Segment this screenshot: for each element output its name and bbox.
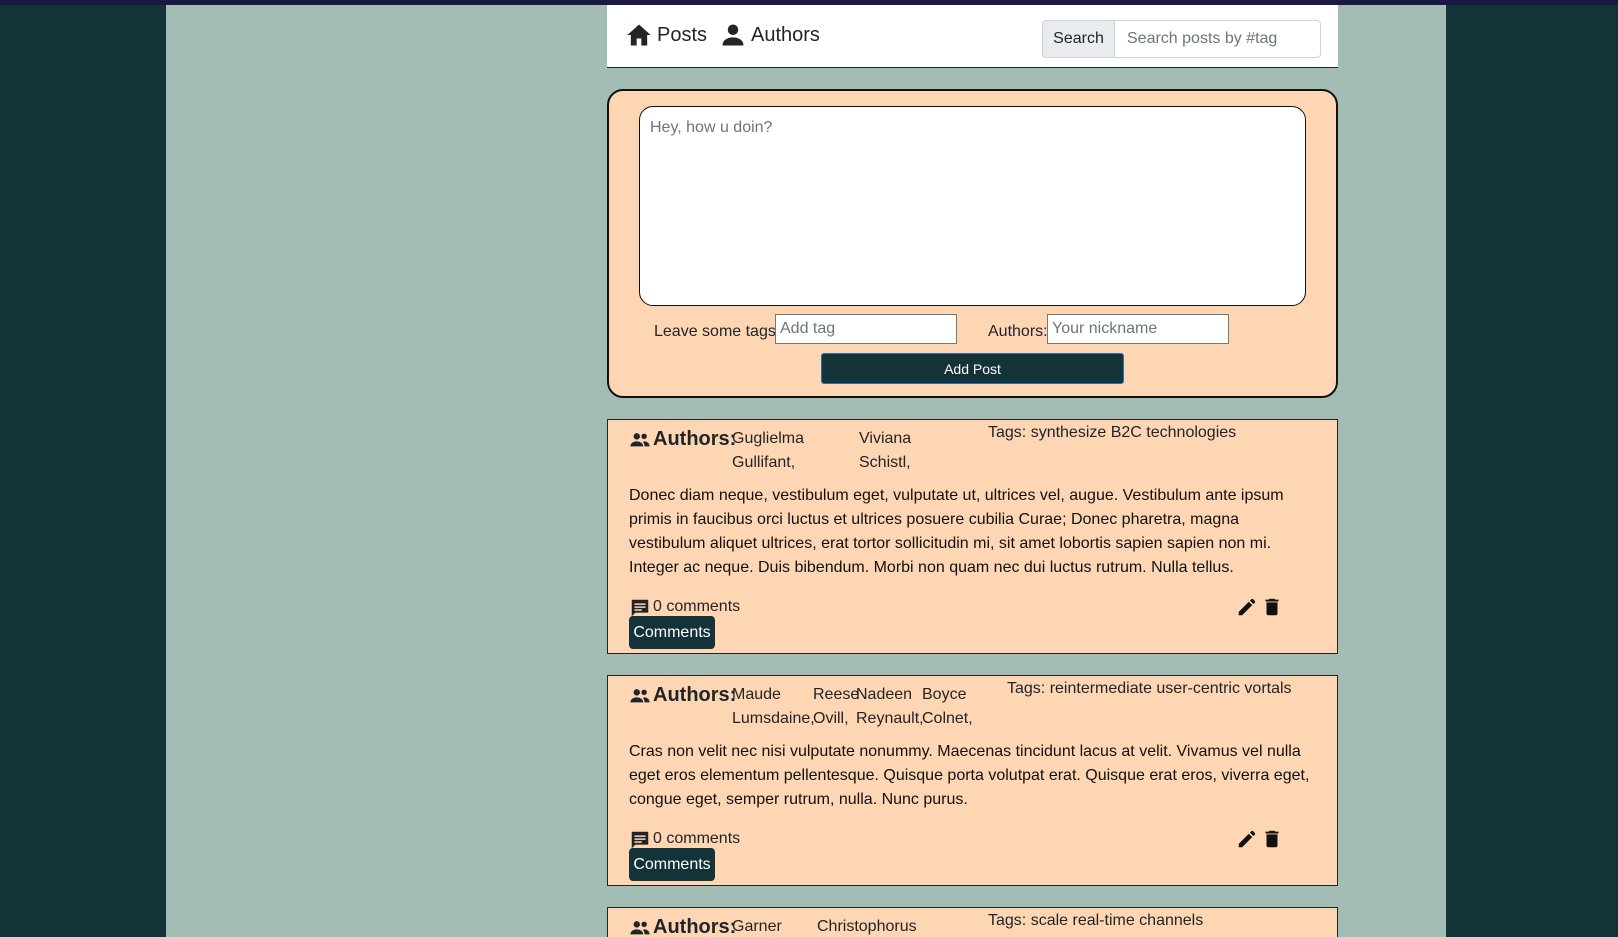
nav-authors-link[interactable]: Authors <box>719 21 820 49</box>
person-icon <box>722 24 744 46</box>
nav-posts-label: Posts <box>657 23 708 46</box>
post-tags: Tags: scale real-time channels <box>988 912 1204 929</box>
authors-label: Authors: <box>988 323 1048 340</box>
authors-title: Authors: <box>653 916 737 937</box>
author-first-name: Reese <box>813 686 860 703</box>
author-first-name: Viviana <box>859 430 912 447</box>
group-icon <box>630 921 650 935</box>
search-input[interactable] <box>1115 20 1321 58</box>
post-card: Authors: Guglielma Gullifant, Viviana Sc… <box>607 419 1338 654</box>
comments-button[interactable]: Comments <box>629 848 715 881</box>
group-icon <box>630 433 650 447</box>
author-name: Maude Lumsdaine, <box>732 683 815 731</box>
nav-posts-link[interactable]: Posts <box>625 21 707 49</box>
post-card: Authors: Maude Lumsdaine, Reese Ovill, N… <box>607 675 1338 886</box>
author-first-name: Garner <box>732 918 782 935</box>
new-post-form: Leave some tags: Authors: Add Post <box>607 89 1338 398</box>
author-last-name: Reynault, <box>856 710 924 727</box>
page-container: Posts Authors Search Leave some tags: Au… <box>166 5 1446 937</box>
author-first-name: Christophorus <box>817 918 917 935</box>
nickname-input[interactable] <box>1047 314 1229 344</box>
author-last-name: Schistl, <box>859 454 911 471</box>
author-first-name: Boyce <box>922 686 967 703</box>
author-last-name: Lumsdaine, <box>732 710 815 727</box>
trash-icon[interactable] <box>1261 828 1283 850</box>
post-tags: Tags: synthesize B2C technologies <box>988 424 1237 441</box>
nav-authors-label: Authors <box>751 23 820 46</box>
post-textarea[interactable] <box>639 106 1306 306</box>
author-name: Reese Ovill, <box>813 683 859 731</box>
post-card: Authors: Garner Christophorus Tags: scal… <box>607 907 1338 937</box>
authors-title: Authors: <box>653 684 737 706</box>
post-body: Donec diam neque, vestibulum eget, vulpu… <box>629 487 1284 576</box>
author-name: Christophorus <box>817 915 917 937</box>
authors-title: Authors: <box>653 428 737 450</box>
search-group: Search <box>1042 20 1321 58</box>
pencil-icon[interactable] <box>1236 596 1258 618</box>
group-icon <box>630 689 650 703</box>
comment-count: 0 comments <box>653 830 741 847</box>
tag-input[interactable] <box>775 314 957 344</box>
author-last-name: Ovill, <box>813 710 849 727</box>
add-post-button[interactable]: Add Post <box>821 353 1124 384</box>
author-first-name: Maude <box>732 686 781 703</box>
post-tags: Tags: reintermediate user-centric vortal… <box>1007 680 1292 697</box>
search-label: Search <box>1042 20 1115 58</box>
post-body: Cras non velit nec nisi vulputate nonumm… <box>629 743 1310 808</box>
comment-count: 0 comments <box>653 598 741 615</box>
comments-button[interactable]: Comments <box>629 616 715 649</box>
navbar: Posts Authors Search <box>607 5 1338 68</box>
author-first-name: Nadeen <box>856 686 913 703</box>
author-name: Viviana Schistl, <box>859 427 911 475</box>
author-first-name: Guglielma <box>732 430 805 447</box>
pencil-icon[interactable] <box>1236 828 1258 850</box>
author-name: Garner <box>732 915 782 937</box>
tags-label: Leave some tags: <box>654 323 781 340</box>
author-name: Nadeen Reynault, <box>856 683 924 731</box>
author-last-name: Gullifant, <box>732 454 796 471</box>
trash-icon[interactable] <box>1261 596 1283 618</box>
author-name: Guglielma Gullifant, <box>732 427 804 475</box>
author-last-name: Colnet, <box>922 710 973 727</box>
author-name: Boyce Colnet, <box>922 683 973 731</box>
home-icon <box>627 24 651 46</box>
